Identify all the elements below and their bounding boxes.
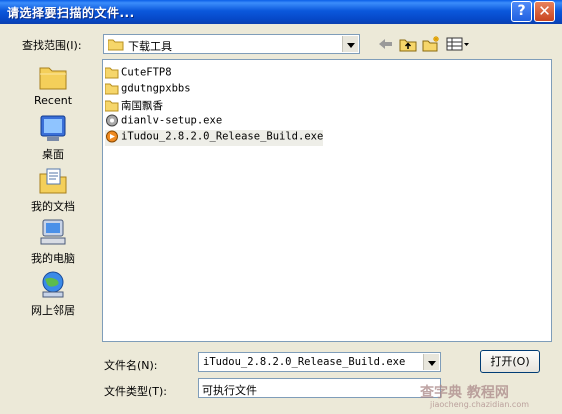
lookin-value: 下载工具	[128, 40, 172, 53]
desktop-icon	[40, 115, 66, 141]
folder-icon	[105, 67, 119, 79]
place-recent[interactable]: Recent	[22, 62, 84, 112]
view-menu-icon[interactable]	[445, 35, 471, 53]
filetype-select[interactable]: 可执行文件	[198, 378, 441, 398]
list-item[interactable]: dianlv-setup.exe	[105, 114, 222, 130]
chevron-down-icon[interactable]	[342, 36, 358, 52]
lookin-label: 查找范围(I):	[22, 39, 82, 52]
chevron-down-icon[interactable]	[423, 354, 439, 370]
place-desktop-label: 桌面	[42, 148, 64, 161]
place-desktop[interactable]: 桌面	[22, 114, 84, 164]
lookin-dropdown[interactable]: 下载工具	[103, 34, 360, 54]
filetype-label: 文件类型(T):	[104, 385, 168, 398]
place-my-documents-label: 我的文档	[31, 200, 75, 213]
place-my-documents[interactable]: 我的文档	[22, 166, 84, 216]
list-item[interactable]: 南国飘香	[105, 98, 163, 114]
filename-label: 文件名(N):	[104, 359, 158, 372]
file-name: CuteFTP8	[121, 66, 172, 79]
watermark-text: 查字典 教程网	[420, 385, 509, 401]
file-list[interactable]: CuteFTP8 gdutngpxbbs 南国飘香 dianlv-setup.e…	[102, 59, 552, 342]
close-button[interactable]: ✕	[534, 1, 555, 22]
setup-exe-icon	[106, 114, 118, 127]
help-button[interactable]: ?	[511, 1, 532, 22]
up-folder-icon[interactable]	[398, 35, 418, 53]
file-name: iTudou_2.8.2.0_Release_Build.exe	[121, 130, 324, 143]
recent-folder-icon	[39, 67, 67, 90]
network-places-icon	[42, 271, 64, 298]
filetype-value: 可执行文件	[202, 384, 257, 397]
place-recent-label: Recent	[33, 94, 73, 107]
file-name: dianlv-setup.exe	[121, 114, 223, 127]
open-button[interactable]: 打开(O)	[480, 350, 540, 373]
watermark-url: jiaocheng.chazidian.com	[430, 400, 530, 409]
folder-icon	[105, 83, 119, 95]
filename-value: iTudou_2.8.2.0_Release_Build.exe	[203, 356, 406, 368]
back-arrow-icon[interactable]	[376, 35, 396, 53]
file-name: gdutngpxbbs	[121, 82, 191, 95]
list-item[interactable]: gdutngpxbbs	[105, 82, 191, 98]
new-folder-icon[interactable]	[421, 35, 441, 53]
list-item[interactable]: CuteFTP8	[105, 66, 172, 82]
folder-icon	[108, 39, 124, 51]
list-item[interactable]: iTudou_2.8.2.0_Release_Build.exe	[105, 130, 324, 146]
place-my-computer-label: 我的电脑	[31, 252, 75, 265]
window-title: 请选择要扫描的文件...	[7, 6, 135, 20]
my-computer-icon	[40, 219, 66, 245]
filename-input[interactable]: iTudou_2.8.2.0_Release_Build.exe	[198, 352, 441, 372]
tudou-exe-icon	[106, 130, 118, 143]
title-bar: 请选择要扫描的文件... ? ✕	[0, 0, 562, 24]
place-network[interactable]: 网上邻居	[22, 270, 84, 320]
folder-icon	[105, 100, 119, 112]
file-name: 南国飘香	[121, 100, 163, 112]
my-documents-icon	[39, 168, 67, 194]
place-network-label: 网上邻居	[31, 304, 75, 317]
place-my-computer[interactable]: 我的电脑	[22, 218, 84, 268]
